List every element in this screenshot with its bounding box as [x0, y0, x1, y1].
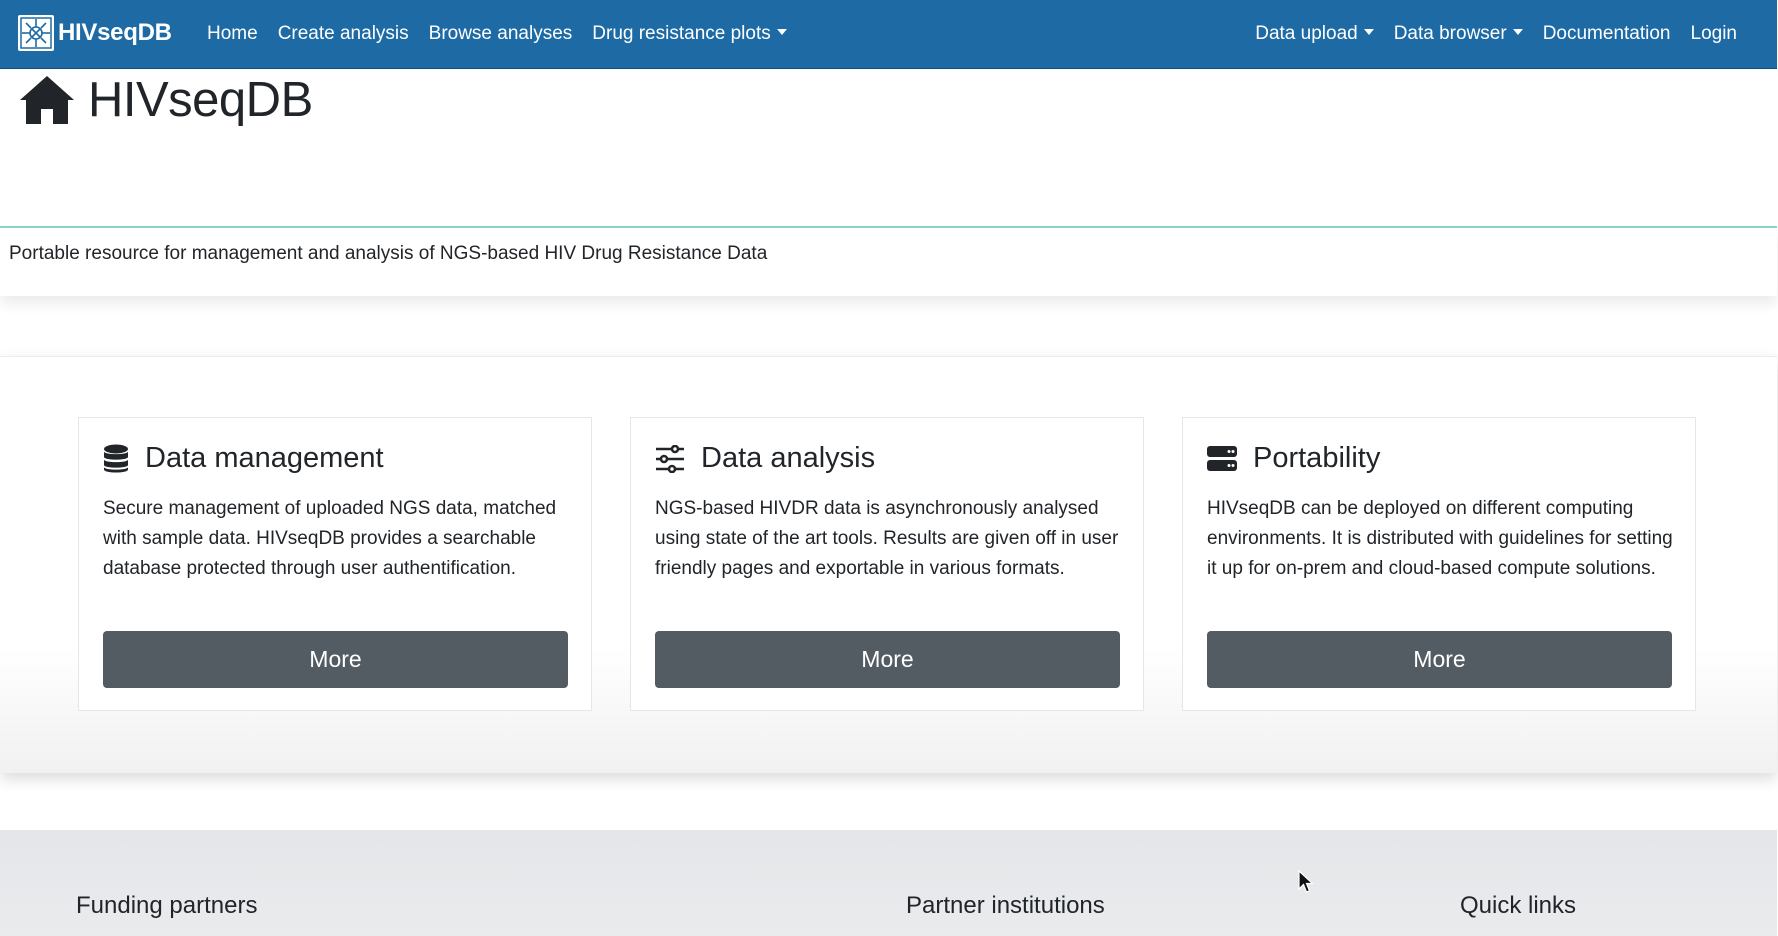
more-button-data-management[interactable]: More	[103, 631, 568, 688]
brand-name: HIVseqDB	[58, 19, 172, 46]
nav-browse-analyses[interactable]: Browse analyses	[419, 22, 583, 46]
nav-browse-analyses-label: Browse analyses	[428, 23, 573, 44]
nav-home-label: Home	[207, 23, 258, 44]
card-data-analysis: Data analysis NGS-based HIVDR data is as…	[630, 417, 1144, 711]
footer-funding-heading: Funding partners	[76, 892, 258, 919]
card-description: Secure management of uploaded NGS data, …	[103, 498, 557, 579]
nav-data-browser-label: Data browser	[1393, 23, 1507, 44]
more-button-data-analysis[interactable]: More	[655, 631, 1120, 688]
nav-right: Data upload Data browser Documentation L…	[1245, 22, 1747, 46]
card-title: Portability	[1207, 442, 1380, 475]
nav-documentation-label: Documentation	[1542, 23, 1671, 44]
hivseqdb-logo-icon	[18, 15, 54, 51]
card-title-text: Portability	[1253, 442, 1381, 474]
caret-down-icon	[776, 29, 787, 35]
nav-data-upload-label: Data upload	[1255, 23, 1358, 44]
nav-data-upload-dropdown[interactable]: Data upload	[1245, 22, 1383, 46]
footer-quick-links-heading: Quick links	[1460, 892, 1577, 919]
card-title: Data analysis	[655, 442, 875, 475]
page-title-text: HIVseqDB	[88, 73, 313, 127]
footer-partners-heading: Partner institutions	[906, 892, 1105, 919]
nav-drug-resistance-plots-label: Drug resistance plots	[592, 23, 771, 44]
server-icon	[1207, 445, 1237, 473]
feature-section: Data management Secure management of upl…	[0, 356, 1777, 773]
caret-down-icon	[1363, 29, 1374, 35]
nav-data-browser-dropdown[interactable]: Data browser	[1384, 22, 1533, 46]
card-portability: Portability HIVseqDB can be deployed on …	[1182, 417, 1696, 711]
nav-login[interactable]: Login	[1681, 22, 1748, 46]
sliders-icon	[655, 444, 685, 473]
card-description: HIVseqDB can be deployed on different co…	[1207, 498, 1673, 579]
card-title-text: Data analysis	[701, 442, 876, 474]
mouse-pointer-icon	[1298, 869, 1315, 899]
home-icon	[18, 74, 76, 126]
footer: Funding partners Partner institutions Qu…	[0, 830, 1777, 936]
page-title: HIVseqDB	[18, 72, 313, 128]
nav-create-analysis[interactable]: Create analysis	[268, 22, 419, 46]
top-navbar: HIVseqDB Home Create analysis Browse ana…	[0, 0, 1777, 69]
nav-create-analysis-label: Create analysis	[277, 23, 409, 44]
brand-link[interactable]: HIVseqDB	[18, 15, 172, 51]
card-title-text: Data management	[145, 442, 384, 474]
card-data-management: Data management Secure management of upl…	[78, 417, 592, 711]
page-subtitle: Portable resource for management and ana…	[9, 243, 768, 264]
caret-down-icon	[1512, 29, 1523, 35]
subtitle-bar: Portable resource for management and ana…	[0, 228, 1777, 296]
more-button-portability[interactable]: More	[1207, 631, 1672, 688]
database-icon	[103, 444, 129, 474]
nav-left: Home Create analysis Browse analyses Dru…	[207, 22, 797, 46]
nav-login-label: Login	[1690, 23, 1738, 44]
card-description: NGS-based HIVDR data is asynchronously a…	[655, 498, 1119, 579]
card-title: Data management	[103, 442, 384, 475]
nav-documentation[interactable]: Documentation	[1533, 22, 1681, 46]
nav-drug-resistance-plots-dropdown[interactable]: Drug resistance plots	[582, 22, 796, 46]
nav-home[interactable]: Home	[207, 22, 268, 46]
